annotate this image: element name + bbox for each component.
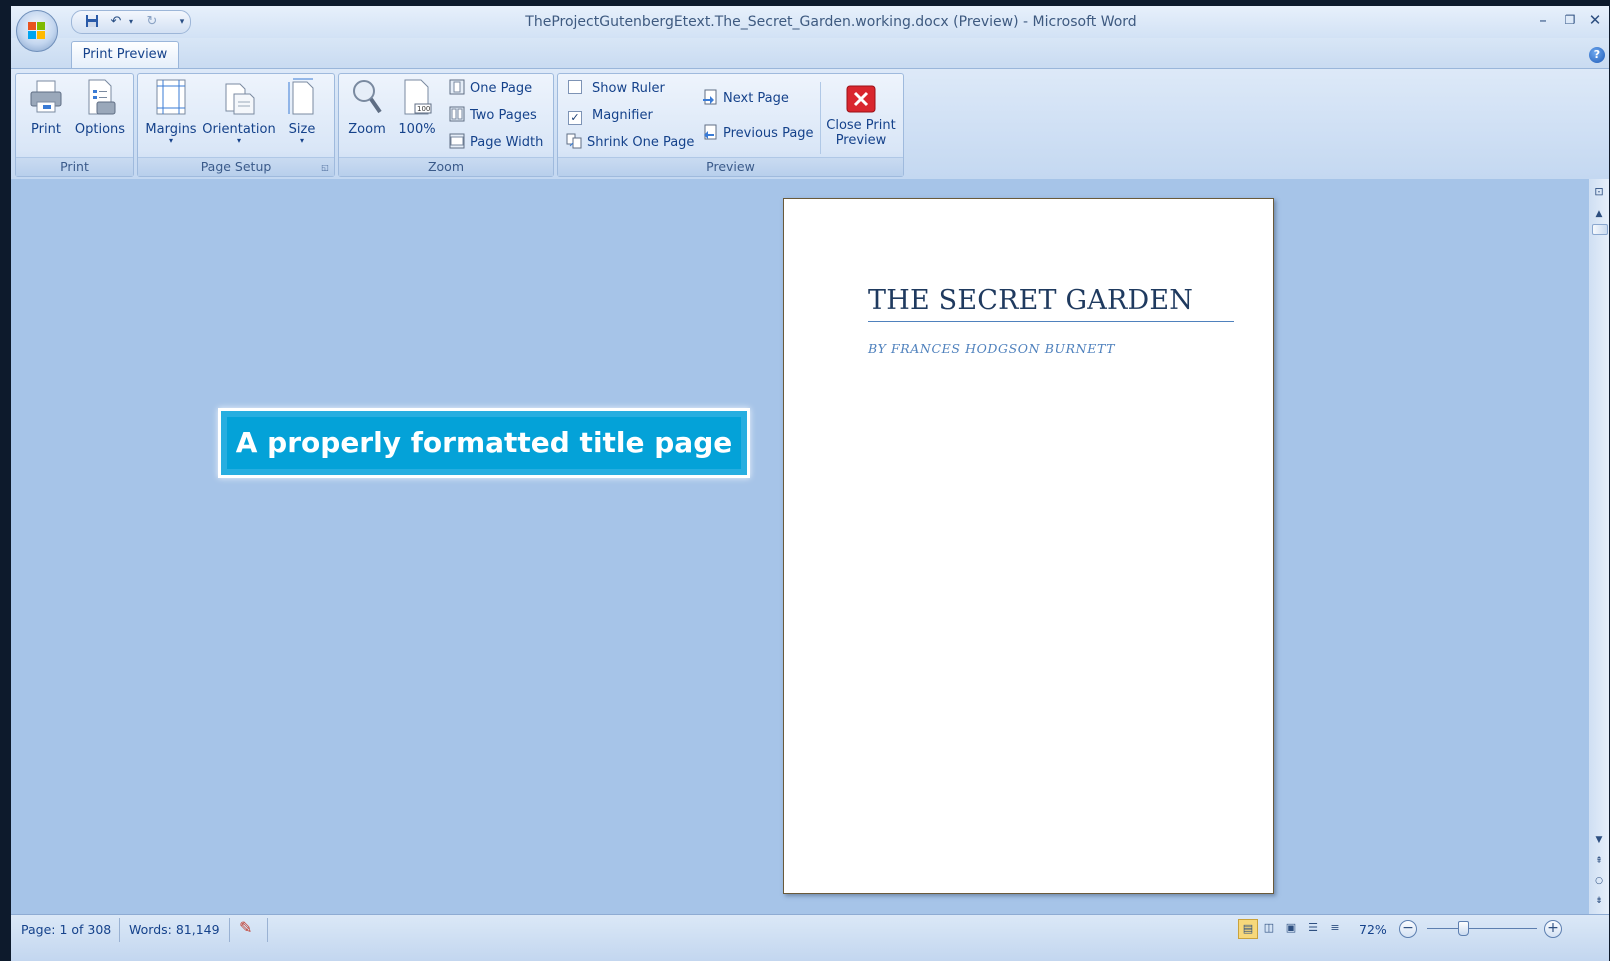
restore-icon[interactable]: ❐ <box>1558 11 1582 29</box>
page-count[interactable]: Page: 1 of 308 <box>21 922 111 937</box>
group-label-zoom: Zoom <box>339 157 553 176</box>
margins-button[interactable]: Margins ▾ <box>144 78 198 145</box>
orientation-icon <box>222 78 256 116</box>
dialog-launcher-icon[interactable]: ◱ <box>320 163 330 173</box>
close-print-preview-button[interactable]: Close Print Preview <box>824 78 898 148</box>
status-divider <box>229 918 230 942</box>
next-page-button[interactable]: Next Page <box>702 88 789 110</box>
status-divider <box>267 918 268 942</box>
size-icon <box>285 78 319 116</box>
next-object-icon[interactable]: ⇟ <box>1591 896 1607 906</box>
document-title: THE SECRET GARDEN <box>868 285 1234 322</box>
group-label-print: Print <box>16 157 133 176</box>
close-icon[interactable]: ✕ <box>1583 11 1607 29</box>
undo-dropdown-icon[interactable]: ▾ <box>126 14 136 30</box>
quick-access-toolbar: ↶ ▾ ↻ ▾ <box>71 10 191 34</box>
two-pages-button[interactable]: Two Pages <box>449 105 537 127</box>
undo-icon[interactable]: ↶ <box>108 14 124 30</box>
web-layout-icon[interactable]: ▣ <box>1282 919 1300 937</box>
orientation-dropdown-icon: ▾ <box>236 136 241 145</box>
size-button[interactable]: Size ▾ <box>282 78 322 145</box>
minimize-icon[interactable]: – <box>1531 11 1555 29</box>
size-dropdown-icon: ▾ <box>299 136 304 145</box>
scroll-thumb[interactable] <box>1592 224 1608 235</box>
view-buttons: ▤ ◫ ▣ ☰ ≡ <box>1236 918 1346 940</box>
outline-view-icon[interactable]: ☰ <box>1304 919 1322 937</box>
margins-icon <box>154 78 188 116</box>
previous-page-button[interactable]: Previous Page <box>702 123 814 145</box>
callout-text: A properly formatted title page <box>227 417 741 469</box>
title-bar: ↶ ▾ ↻ ▾ TheProjectGutenbergEtext.The_Sec… <box>11 6 1609 38</box>
ribbon-group-zoom: Zoom 100 100% One Page Two Pages Page Wi… <box>338 73 554 177</box>
office-logo-icon <box>28 22 46 40</box>
orientation-button[interactable]: Orientation ▾ <box>202 78 276 145</box>
scroll-up-icon[interactable]: ▲ <box>1591 209 1607 219</box>
annotation-callout: A properly formatted title page <box>218 408 750 478</box>
previous-page-icon <box>702 124 718 140</box>
zoom-slider-track[interactable] <box>1427 928 1537 929</box>
office-button[interactable] <box>16 10 58 52</box>
full-screen-reading-icon[interactable]: ◫ <box>1260 919 1278 937</box>
options-button[interactable]: Options <box>72 78 128 137</box>
document-area[interactable]: THE SECRET GARDEN BY FRANCES HODGSON BUR… <box>11 179 1589 914</box>
proofing-errors-icon[interactable]: ✎ <box>239 918 252 937</box>
status-divider <box>119 918 120 942</box>
ruler-toggle-icon[interactable]: ⊡ <box>1591 185 1607 198</box>
page-100-icon: 100 <box>400 78 434 116</box>
zoom-level[interactable]: 72% <box>1359 922 1387 937</box>
zoom-slider-thumb[interactable] <box>1458 921 1469 936</box>
select-browse-object-icon[interactable]: ○ <box>1591 876 1607 886</box>
help-icon[interactable]: ? <box>1589 47 1605 63</box>
group-separator <box>820 82 821 154</box>
show-ruler-checkbox[interactable]: Show Ruler <box>568 78 665 100</box>
shrink-one-page-button[interactable]: Shrink One Page <box>566 132 694 154</box>
group-label-page-setup: Page Setup <box>138 157 334 176</box>
ribbon-group-preview: Show Ruler ✓ Magnifier Shrink One Page Ne… <box>557 73 904 177</box>
page-width-button[interactable]: Page Width <box>449 132 543 154</box>
show-ruler-check <box>568 80 582 94</box>
one-page-button[interactable]: One Page <box>449 78 532 100</box>
preview-page[interactable]: THE SECRET GARDEN BY FRANCES HODGSON BUR… <box>783 198 1274 894</box>
zoom-in-icon[interactable]: + <box>1544 920 1562 938</box>
scroll-down-icon[interactable]: ▼ <box>1591 835 1607 845</box>
zoom-100-button[interactable]: 100 100% <box>395 78 439 137</box>
ribbon-group-print: Print Options Print <box>15 73 134 177</box>
vertical-scrollbar[interactable]: ⊡ ▲ ▼ ⇞ ○ ⇟ <box>1589 179 1609 914</box>
magnifier-checkbox[interactable]: ✓ Magnifier <box>568 105 653 127</box>
printer-icon <box>29 78 63 116</box>
magnifying-glass-icon <box>350 78 384 116</box>
zoom-out-icon[interactable]: − <box>1399 920 1417 938</box>
print-layout-view-icon[interactable]: ▤ <box>1238 919 1258 939</box>
svg-text:100: 100 <box>417 105 430 113</box>
print-options-icon <box>83 78 117 116</box>
magnifier-check-icon: ✓ <box>568 111 582 125</box>
previous-object-icon[interactable]: ⇞ <box>1591 856 1607 866</box>
window-title: TheProjectGutenbergEtext.The_Secret_Gard… <box>525 14 1137 30</box>
document-author: BY FRANCES HODGSON BURNETT <box>868 341 1116 356</box>
group-label-preview: Preview <box>558 157 903 176</box>
next-page-icon <box>702 89 718 105</box>
ribbon: Print Options Print Margins ▾ Orientatio… <box>11 68 1609 180</box>
ribbon-group-page-setup: Margins ▾ Orientation ▾ Size ▾ Page Setu… <box>137 73 335 177</box>
status-bar: Page: 1 of 308 Words: 81,149 ✎ ▤ ◫ ▣ ☰ ≡… <box>11 914 1609 961</box>
print-button[interactable]: Print <box>24 78 68 137</box>
word-count[interactable]: Words: 81,149 <box>129 922 220 937</box>
two-pages-icon <box>449 106 465 122</box>
save-icon[interactable] <box>84 14 100 30</box>
close-red-x-icon <box>844 78 878 116</box>
one-page-icon <box>449 79 465 95</box>
ribbon-tab-row: Print Preview ? <box>11 38 1609 69</box>
shrink-page-icon <box>566 133 582 149</box>
word-window: ↶ ▾ ↻ ▾ TheProjectGutenbergEtext.The_Sec… <box>11 6 1609 961</box>
page-width-icon <box>449 133 465 149</box>
tab-print-preview[interactable]: Print Preview <box>71 41 179 69</box>
customize-qat-icon[interactable]: ▾ <box>176 14 188 30</box>
draft-view-icon[interactable]: ≡ <box>1326 919 1344 937</box>
redo-icon[interactable]: ↻ <box>144 14 160 30</box>
margins-dropdown-icon: ▾ <box>168 136 173 145</box>
zoom-button[interactable]: Zoom <box>345 78 389 137</box>
